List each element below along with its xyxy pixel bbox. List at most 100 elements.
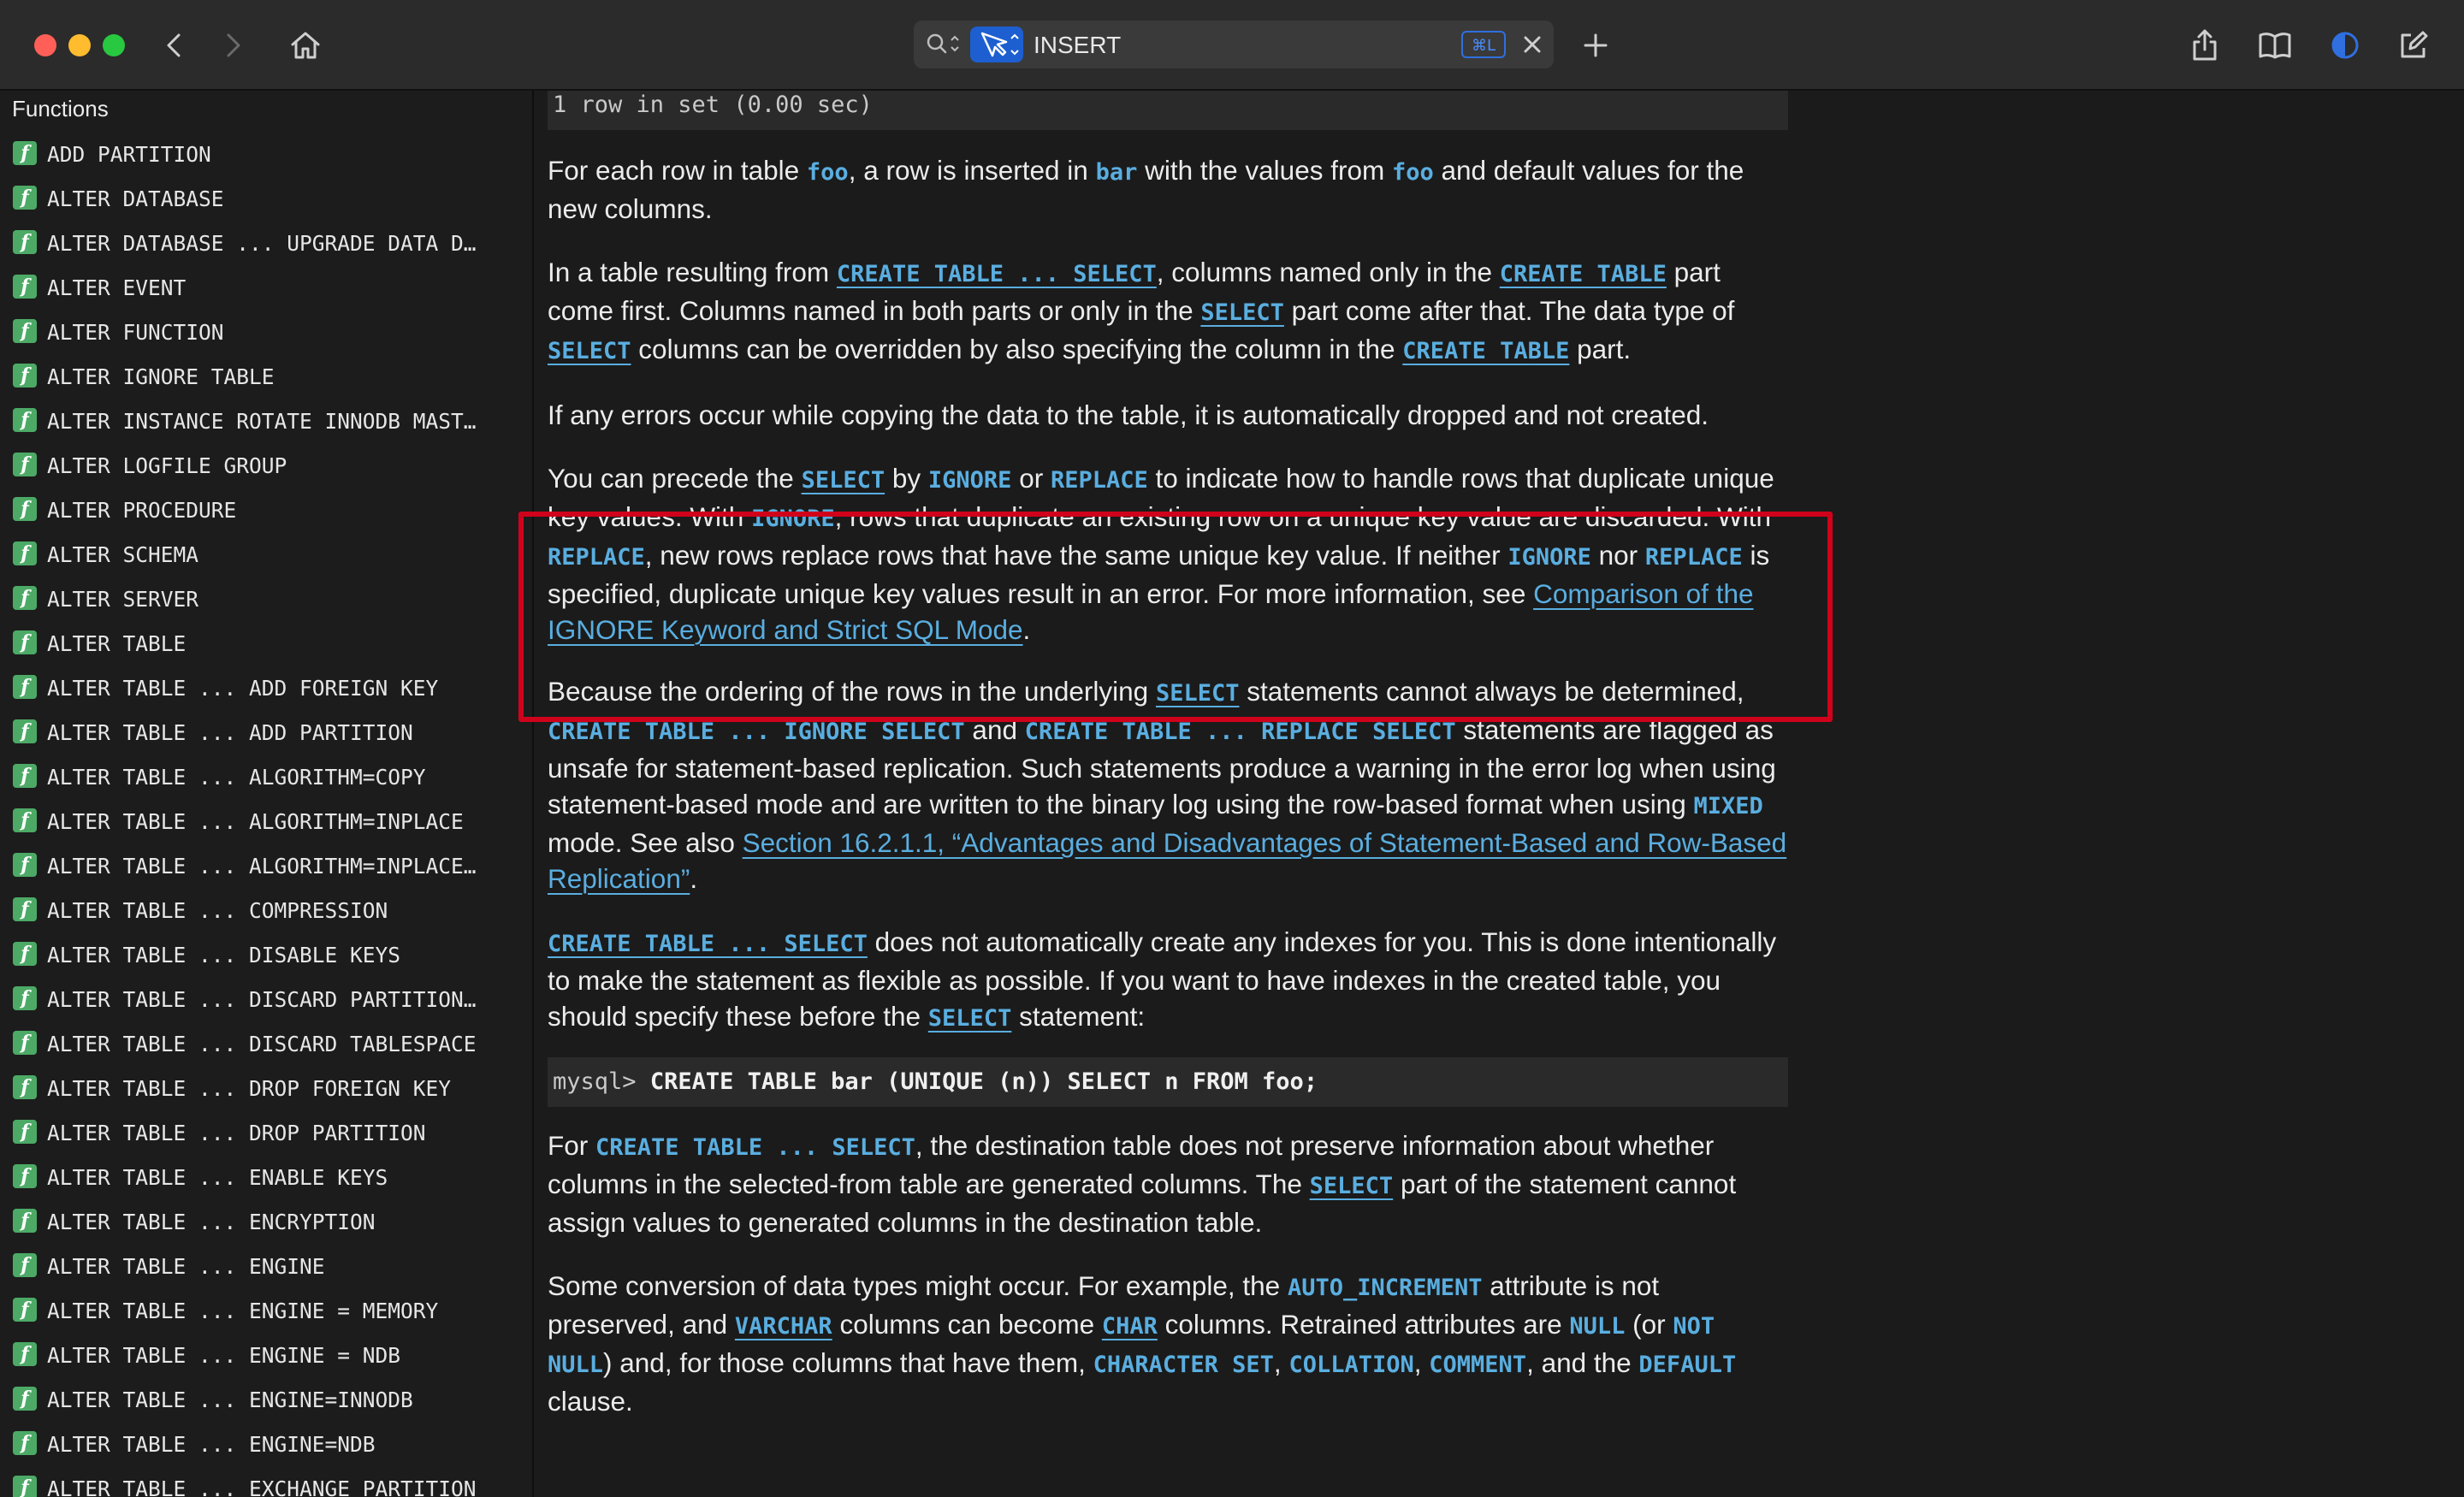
sidebar-item[interactable]: f ADD PARTITION	[0, 133, 532, 178]
sidebar-item-label: ALTER FUNCTION	[47, 320, 224, 345]
doc-link[interactable]: SELECT	[548, 334, 631, 364]
sidebar-item-label: ALTER TABLE ... ENGINE	[47, 1254, 325, 1279]
sidebar-item[interactable]: f ALTER TABLE ... ADD PARTITION	[0, 712, 532, 756]
link-code-text: SELECT	[1200, 299, 1284, 326]
search-field[interactable]: INSERT ⌘L	[914, 21, 1554, 68]
appearance-toggle[interactable]	[2324, 24, 2366, 67]
inline-code: NULL	[1569, 1313, 1626, 1340]
sidebar-item[interactable]: f ALTER TABLE ... ENGINE = NDB	[0, 1334, 532, 1379]
inline-code: CREATE TABLE ... IGNORE SELECT	[548, 719, 965, 745]
text-run: , a row is inserted in	[848, 155, 1096, 186]
sidebar-item[interactable]: f ALTER EVENT	[0, 267, 532, 311]
sidebar-item[interactable]: f ALTER TABLE ... ENGINE=NDB	[0, 1423, 532, 1468]
function-icon: f	[13, 1387, 37, 1411]
inline-code: CREATE TABLE ... SELECT	[595, 1134, 915, 1161]
sidebar-item-label: ALTER TABLE ... ENCRYPTION	[47, 1210, 376, 1234]
code-prompt: mysql>	[553, 1068, 637, 1095]
link-code-text: SELECT	[548, 338, 631, 364]
doc-link[interactable]: CREATE TABLE	[1500, 257, 1667, 287]
share-button[interactable]	[2183, 24, 2226, 67]
sidebar-item-label: ALTER TABLE ... DROP PARTITION	[47, 1121, 426, 1145]
sidebar-item[interactable]: f ALTER TABLE	[0, 623, 532, 667]
sidebar-item[interactable]: f ALTER TABLE ... DISABLE KEYS	[0, 934, 532, 979]
doc-link[interactable]: CREATE TABLE	[1402, 334, 1569, 364]
sidebar-item[interactable]: f ALTER TABLE ... ALGORITHM=COPY	[0, 756, 532, 801]
sidebar-item[interactable]: f ALTER DATABASE	[0, 178, 532, 222]
sidebar-item[interactable]: f ALTER PROCEDURE	[0, 489, 532, 534]
sidebar-item[interactable]: f ALTER TABLE ... ENABLE KEYS	[0, 1157, 532, 1201]
home-button[interactable]	[284, 24, 327, 67]
sidebar-item[interactable]: f ALTER TABLE ... ALGORITHM=INPLACE	[0, 801, 532, 845]
zoom-window-button[interactable]	[103, 34, 125, 56]
doc-link[interactable]: SELECT	[928, 1001, 1012, 1032]
minimize-window-button[interactable]	[68, 34, 91, 56]
inline-code: AUTO_INCREMENT	[1287, 1275, 1483, 1301]
sidebar-item-label: ALTER LOGFILE GROUP	[47, 453, 287, 478]
paragraph-foo-bar: For each row in table foo, a row is inse…	[548, 152, 1788, 227]
close-icon	[1524, 36, 1541, 53]
search-query[interactable]: INSERT	[1034, 32, 1121, 59]
sidebar-item[interactable]: f ALTER TABLE ... COMPRESSION	[0, 890, 532, 934]
sidebar-item-label: ALTER TABLE ... ENGINE=INNODB	[47, 1388, 413, 1412]
sidebar-item-label: ALTER TABLE ... DISABLE KEYS	[47, 943, 401, 967]
function-icon: f	[13, 453, 37, 476]
sidebar-item[interactable]: f ALTER TABLE ... ENGINE=INNODB	[0, 1379, 532, 1423]
text-run: For	[548, 1130, 596, 1161]
sidebar-item[interactable]: f ALTER IGNORE TABLE	[0, 356, 532, 400]
sidebar-item[interactable]: f ALTER INSTANCE ROTATE INNODB MAST…	[0, 400, 532, 445]
function-icon: f	[13, 630, 37, 654]
function-icon: f	[13, 1120, 37, 1144]
sidebar-item[interactable]: f ALTER LOGFILE GROUP	[0, 445, 532, 489]
sidebar-item[interactable]: f ALTER FUNCTION	[0, 311, 532, 356]
doc-link[interactable]: CREATE TABLE ... SELECT	[837, 257, 1157, 287]
back-button[interactable]	[152, 24, 195, 67]
sidebar-item[interactable]: f ALTER TABLE ... DROP PARTITION	[0, 1112, 532, 1157]
doc-link[interactable]: SELECT	[802, 463, 886, 494]
code-example: mysql> CREATE TABLE bar (UNIQUE (n)) SEL…	[548, 1057, 1788, 1107]
sidebar-item[interactable]: f ALTER TABLE ... ALGORITHM=INPLACE…	[0, 845, 532, 890]
doc-link[interactable]: CHAR	[1102, 1309, 1158, 1340]
link-code-text: CREATE TABLE	[1402, 338, 1570, 364]
clear-search-button[interactable]	[1518, 29, 1547, 60]
doc-link[interactable]: VARCHAR	[735, 1309, 832, 1340]
sidebar-item[interactable]: f ALTER DATABASE ... UPGRADE DATA D…	[0, 222, 532, 267]
inline-code: DEFAULT	[1638, 1352, 1737, 1378]
link-code-text: CREATE TABLE	[1499, 261, 1667, 287]
sidebar-item-label: ALTER TABLE	[47, 631, 187, 656]
sidebar-item[interactable]: f ALTER TABLE ... DISCARD TABLESPACE	[0, 1023, 532, 1068]
sidebar-item[interactable]: f ALTER TABLE ... ENCRYPTION	[0, 1201, 532, 1246]
close-window-button[interactable]	[34, 34, 56, 56]
sidebar-item[interactable]: f ALTER TABLE ... ENGINE = MEMORY	[0, 1290, 532, 1334]
share-icon	[2193, 29, 2217, 61]
sidebar-item-label: ALTER TABLE ... ALGORITHM=INPLACE	[47, 809, 464, 834]
sidebar-item[interactable]: f ALTER TABLE ... EXCHANGE PARTITION	[0, 1468, 532, 1497]
edit-button[interactable]	[2392, 24, 2435, 67]
sidebar-item[interactable]: f ALTER TABLE ... ENGINE	[0, 1246, 532, 1290]
cursor-icon	[980, 32, 1019, 57]
text-run: ,	[1413, 1347, 1430, 1378]
doc-link[interactable]: SELECT	[1200, 295, 1284, 326]
function-icon: f	[13, 675, 37, 699]
sidebar-item[interactable]: f ALTER SERVER	[0, 578, 532, 623]
doc-link[interactable]: SELECT	[1310, 1169, 1394, 1199]
doc-link[interactable]: CREATE TABLE ... SELECT	[548, 926, 868, 957]
inline-code: IGNORE	[927, 467, 1012, 494]
text-run: If any errors occur while copying the da…	[548, 399, 1709, 430]
extension-selector[interactable]	[970, 27, 1023, 62]
forward-button[interactable]	[212, 24, 255, 67]
inline-code: MIXED	[1693, 793, 1763, 820]
new-tab-button[interactable]	[1574, 24, 1617, 67]
function-list: f ADD PARTITION f ALTER DATABASE f ALTER DATA…	[0, 133, 532, 1497]
sidebar-item-label: ALTER TABLE ... ADD PARTITION	[47, 720, 413, 745]
inline-code: CREATE TABLE ... REPLACE SELECT	[1024, 719, 1456, 745]
link-code-text: CREATE TABLE ... SELECT	[548, 931, 868, 957]
inline-code: bar	[1095, 159, 1138, 186]
text-run: statement:	[1011, 1001, 1146, 1032]
sidebar-item[interactable]: f ALTER TABLE ... ADD FOREIGN KEY	[0, 667, 532, 712]
sidebar-item[interactable]: f ALTER TABLE ... DISCARD PARTITION…	[0, 979, 532, 1023]
link-code-text: CREATE TABLE ... SELECT	[836, 261, 1157, 287]
sidebar-item[interactable]: f ALTER TABLE ... DROP FOREIGN KEY	[0, 1068, 532, 1112]
sidebar-item-label: ALTER PROCEDURE	[47, 498, 237, 523]
bookmarks-button[interactable]	[2254, 24, 2296, 67]
sidebar-item[interactable]: f ALTER SCHEMA	[0, 534, 532, 578]
